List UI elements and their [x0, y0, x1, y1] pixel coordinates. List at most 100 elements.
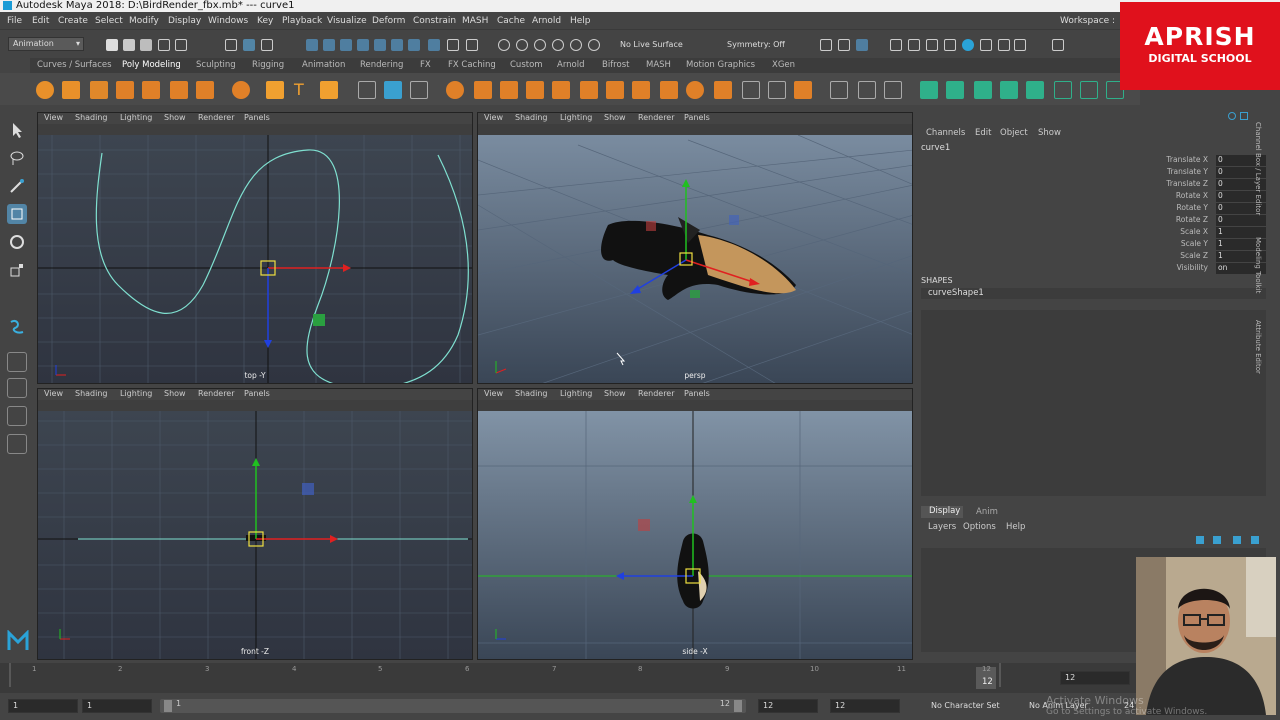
options-menu[interactable]: Options: [963, 522, 996, 532]
current-frame-field[interactable]: 12: [1060, 671, 1130, 685]
snap-point-icon[interactable]: [534, 39, 546, 51]
four-view-layout-icon[interactable]: [7, 378, 27, 398]
menu-mash[interactable]: MASH: [462, 16, 488, 26]
shelf-tab-poly-modeling[interactable]: Poly Modeling: [122, 60, 181, 70]
tab-display[interactable]: Display: [921, 506, 963, 518]
viewport-front[interactable]: View Shading Lighting Show Renderer Pane…: [37, 388, 473, 660]
layers-menu[interactable]: Layers: [928, 522, 956, 532]
current-frame-marker[interactable]: 12: [982, 677, 993, 687]
attr-scale-y[interactable]: Scale Y1: [1158, 239, 1268, 250]
open-scene-icon[interactable]: [123, 39, 135, 51]
menu-edit[interactable]: Edit: [32, 16, 49, 26]
poly-cylinder-icon[interactable]: [90, 81, 108, 99]
vp-menu-panels[interactable]: Panels: [684, 113, 710, 122]
pick-mask-icon[interactable]: [357, 39, 369, 51]
move-layer-down-icon[interactable]: [1251, 536, 1259, 544]
vp-menu-view[interactable]: View: [484, 389, 503, 398]
select-by-component-icon[interactable]: [261, 39, 273, 51]
help-menu[interactable]: Help: [1006, 522, 1025, 532]
object-menu[interactable]: Object: [1000, 128, 1028, 138]
spherical-map-icon[interactable]: [1000, 81, 1018, 99]
viewport-toolbar[interactable]: [38, 400, 472, 411]
poly-disc-icon[interactable]: [196, 81, 214, 99]
render-settings-icon[interactable]: [890, 39, 902, 51]
viewport-top[interactable]: View Shading Lighting Show Renderer Pane…: [37, 112, 473, 384]
vp-menu-renderer[interactable]: Renderer: [638, 113, 675, 122]
character-set-dropdown[interactable]: No Character Set: [931, 701, 1000, 710]
shelf-tab-rendering[interactable]: Rendering: [360, 60, 403, 70]
extrude-icon[interactable]: [500, 81, 518, 99]
circularize-icon[interactable]: [686, 81, 704, 99]
vp-menu-lighting[interactable]: Lighting: [560, 113, 592, 122]
vp-menu-shading[interactable]: Shading: [75, 113, 108, 122]
rotate-tool-icon[interactable]: [7, 232, 27, 252]
vp-menu-show[interactable]: Show: [164, 113, 186, 122]
highlight-icon[interactable]: [466, 39, 478, 51]
attr-rotate-y[interactable]: Rotate Y0: [1158, 203, 1268, 214]
menu-display[interactable]: Display: [168, 16, 201, 26]
side-tab-modeling-toolkit[interactable]: Modeling Toolkit: [1254, 237, 1262, 293]
new-layer-selected-icon[interactable]: [1213, 536, 1221, 544]
vp-menu-renderer[interactable]: Renderer: [198, 113, 235, 122]
menu-constrain[interactable]: Constrain: [413, 16, 456, 26]
shelf-tab-rigging[interactable]: Rigging: [252, 60, 284, 70]
viewport-canvas[interactable]: side -X: [478, 411, 912, 659]
menu-modify[interactable]: Modify: [129, 16, 159, 26]
shelf-tab-sculpting[interactable]: Sculpting: [196, 60, 236, 70]
new-layer-icon[interactable]: [1196, 536, 1204, 544]
select-by-hierarchy-icon[interactable]: [225, 39, 237, 51]
range-handle-start[interactable]: [164, 700, 172, 712]
menu-windows[interactable]: Windows: [208, 16, 248, 26]
viewport-persp[interactable]: View Shading Lighting Show Renderer Pane…: [477, 112, 913, 384]
vp-menu-show[interactable]: Show: [164, 389, 186, 398]
svg-tool-icon[interactable]: [320, 81, 338, 99]
paint-select-tool-icon[interactable]: [7, 176, 27, 196]
move-layer-up-icon[interactable]: [1233, 536, 1241, 544]
poly-cube-icon[interactable]: [62, 81, 80, 99]
new-scene-icon[interactable]: [106, 39, 118, 51]
curve-path[interactable]: [95, 149, 340, 383]
combine-icon[interactable]: [358, 81, 376, 99]
poke-icon[interactable]: [794, 81, 812, 99]
vp-menu-panels[interactable]: Panels: [244, 389, 270, 398]
poly-plane-icon[interactable]: [170, 81, 188, 99]
pause-icon[interactable]: [1014, 39, 1026, 51]
search-icon[interactable]: [1228, 112, 1236, 120]
vp-menu-shading[interactable]: Shading: [75, 389, 108, 398]
lasso-tool-icon[interactable]: [7, 148, 27, 168]
insert-edge-loop-icon[interactable]: [742, 81, 760, 99]
edit-menu[interactable]: Edit: [975, 128, 991, 138]
live-surface-label[interactable]: No Live Surface: [620, 40, 683, 49]
light-editor-icon[interactable]: [944, 39, 956, 51]
quad-draw-icon[interactable]: [858, 81, 876, 99]
unfold-icon[interactable]: [1054, 81, 1072, 99]
undo-icon[interactable]: [158, 39, 170, 51]
vp-menu-panels[interactable]: Panels: [684, 389, 710, 398]
show-menu[interactable]: Show: [1038, 128, 1061, 138]
offset-edge-loop-icon[interactable]: [768, 81, 786, 99]
menu-select[interactable]: Select: [95, 16, 123, 26]
attr-scale-z[interactable]: Scale Z1: [1158, 251, 1268, 262]
menu-cache[interactable]: Cache: [497, 16, 525, 26]
select-tool-icon[interactable]: [7, 120, 27, 140]
pick-mask-icon[interactable]: [374, 39, 386, 51]
snap-vertex-icon[interactable]: [588, 39, 600, 51]
hypershade-icon[interactable]: [908, 39, 920, 51]
menu-arnold[interactable]: Arnold: [532, 16, 561, 26]
vp-menu-show[interactable]: Show: [604, 113, 626, 122]
render-setup-icon[interactable]: [926, 39, 938, 51]
settings-icon[interactable]: [1240, 112, 1248, 120]
single-perspective-layout-icon[interactable]: [7, 352, 27, 372]
side-tab-attribute-editor[interactable]: Attribute Editor: [1254, 320, 1262, 374]
pick-mask-icon[interactable]: [323, 39, 335, 51]
render-icon[interactable]: [980, 39, 992, 51]
shelf-tab-xgen[interactable]: XGen: [772, 60, 795, 70]
attr-scale-x[interactable]: Scale X1: [1158, 227, 1268, 238]
fill-hole-icon[interactable]: [606, 81, 624, 99]
vp-menu-view[interactable]: View: [484, 113, 503, 122]
outliner-layout-icon[interactable]: [7, 434, 27, 454]
vp-menu-view[interactable]: View: [44, 113, 63, 122]
cylindrical-map-icon[interactable]: [974, 81, 992, 99]
menu-help[interactable]: Help: [570, 16, 591, 26]
tab-anim[interactable]: Anim: [976, 507, 998, 517]
